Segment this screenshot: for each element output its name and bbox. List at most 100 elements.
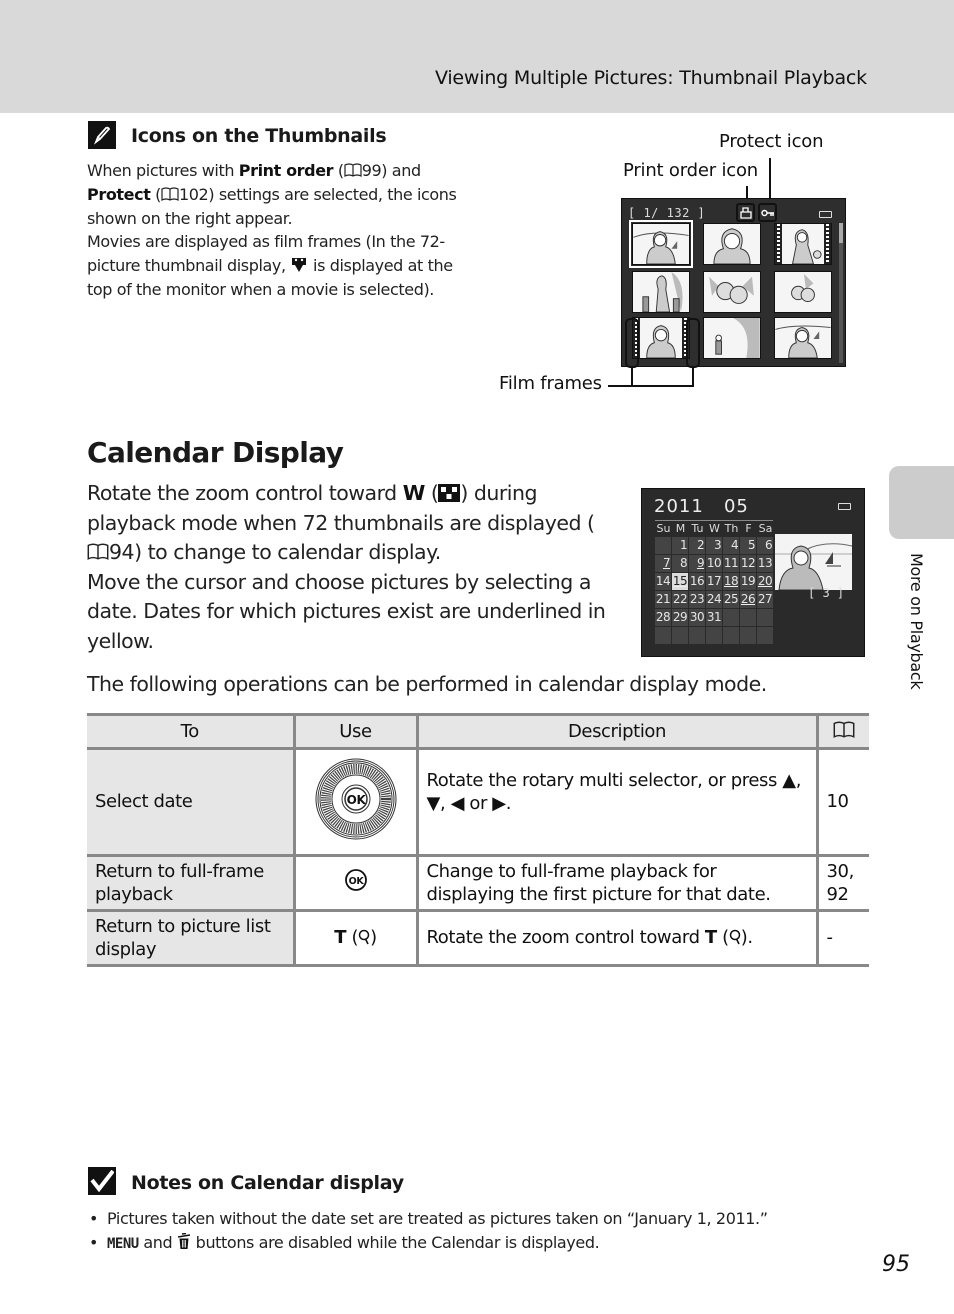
book-icon	[161, 187, 179, 201]
picture-count: [ 3 ]	[808, 586, 845, 600]
table-row: Return to full-frame playback OK Change …	[87, 854, 869, 912]
thumbnail-movie[interactable]	[632, 317, 690, 359]
calendar-day[interactable]: 8	[672, 555, 688, 572]
thumbnail[interactable]	[703, 223, 761, 265]
weekday-label: W	[709, 522, 720, 535]
section-tab[interactable]	[889, 466, 954, 539]
weekday-label: Sa	[758, 522, 773, 535]
calendar-day[interactable]: 30	[689, 609, 705, 626]
trash-icon	[177, 1232, 191, 1250]
calendar-day[interactable]: 9	[689, 555, 705, 572]
thumbnail[interactable]	[703, 317, 761, 359]
calendar-day[interactable]: 26	[740, 591, 756, 608]
notes-title: Notes on Calendar display	[131, 1172, 404, 1194]
calendar-empty-cell	[757, 609, 773, 626]
svg-text:OK: OK	[348, 876, 364, 887]
tip-title: Icons on the Thumbnails	[131, 125, 387, 147]
protect-icon-label: Protect icon	[719, 131, 824, 152]
thumbnail-grid-icon	[438, 481, 461, 502]
calendar-empty-cell	[723, 609, 739, 626]
column-header-to: To	[87, 713, 296, 750]
calendar-day[interactable]: 21	[655, 591, 671, 608]
weekday-label: Th	[724, 522, 739, 535]
calendar-day[interactable]: 19	[740, 573, 756, 590]
book-icon	[344, 163, 362, 177]
thumbnail[interactable]	[703, 271, 761, 313]
calendar-day[interactable]: 20	[757, 573, 773, 590]
section-tab-label: More on Playback	[907, 553, 926, 690]
calendar-day[interactable]: 28	[655, 609, 671, 626]
table-row: Return to picture list display T () Rota…	[87, 909, 869, 967]
cell-description: Rotate the zoom control toward T ().	[415, 909, 819, 967]
calendar-empty-cell	[655, 627, 671, 644]
calendar-day[interactable]: 12	[740, 555, 756, 572]
movie-camera-icon	[290, 256, 308, 273]
running-header: Viewing Multiple Pictures: Thumbnail Pla…	[434, 67, 867, 89]
calendar-day[interactable]: 22	[672, 591, 688, 608]
operations-intro: The following operations can be performe…	[87, 672, 767, 696]
calendar-day[interactable]: 23	[689, 591, 705, 608]
calendar-year-month: 2011 05	[654, 496, 749, 517]
protect-key-icon	[758, 203, 777, 222]
leader-line	[692, 366, 694, 386]
list-item: MENU and buttons are disabled while the …	[88, 1231, 768, 1256]
thumbnail[interactable]	[632, 271, 690, 313]
print-order-icon	[736, 203, 755, 222]
calendar-day[interactable]: 10	[706, 555, 722, 572]
cell-use: T ()	[292, 909, 419, 967]
thumbnail-movie[interactable]	[774, 223, 832, 265]
calendar-day[interactable]: 18	[723, 573, 739, 590]
column-header-description: Description	[415, 713, 819, 750]
page-ref[interactable]: 99	[362, 161, 382, 180]
section-title: Calendar Display	[87, 436, 344, 469]
calendar-day[interactable]: 5	[740, 537, 756, 554]
calendar-day[interactable]: 6	[757, 537, 773, 554]
calendar-day[interactable]: 7	[655, 555, 671, 572]
calendar-day[interactable]: 4	[723, 537, 739, 554]
calendar-day[interactable]: 24	[706, 591, 722, 608]
tip-body: When pictures with Print order (99) and …	[87, 161, 457, 299]
calendar-screen: 2011 05 Su M Tu W Th F Sa 1 2 3 4 5 6 7 8 9 10 11 12 13 14 1…	[641, 488, 865, 657]
battery-icon	[819, 211, 832, 218]
thumbnail[interactable]	[629, 220, 693, 268]
page-ref[interactable]: 94	[109, 540, 135, 564]
calendar-day[interactable]: 13	[757, 555, 773, 572]
calendar-empty-cell	[740, 609, 756, 626]
pencil-icon	[88, 121, 116, 149]
ok-button-icon: OK	[344, 868, 367, 898]
thumbnail[interactable]	[774, 317, 832, 359]
calendar-day[interactable]: 17	[706, 573, 722, 590]
calendar-empty-cell	[757, 627, 773, 644]
calendar-empty-cell	[689, 627, 705, 644]
book-icon	[87, 543, 109, 560]
cell-reference: -	[815, 909, 869, 967]
page-number: 95	[882, 1252, 910, 1277]
calendar-day[interactable]: 27	[757, 591, 773, 608]
calendar-empty-cell	[740, 627, 756, 644]
calendar-day[interactable]: 16	[689, 573, 705, 590]
picture-preview	[775, 534, 852, 590]
calendar-day[interactable]: 2	[689, 537, 705, 554]
list-item: Pictures taken without the date set are …	[88, 1207, 768, 1231]
thumbnail[interactable]	[774, 271, 832, 313]
svg-text:OK: OK	[346, 793, 366, 807]
column-header-use: Use	[292, 713, 419, 750]
scrollbar[interactable]	[839, 223, 843, 363]
calendar-day[interactable]: 15	[672, 573, 688, 590]
film-frames-label: Film frames	[499, 373, 602, 394]
calendar-day[interactable]: 29	[672, 609, 688, 626]
calendar-day[interactable]: 25	[723, 591, 739, 608]
scrollbar-thumb[interactable]	[839, 223, 843, 243]
cell-use: OK	[292, 854, 419, 912]
calendar-day[interactable]: 11	[723, 555, 739, 572]
calendar-day[interactable]: 1	[672, 537, 688, 554]
page-ref[interactable]: 102	[179, 185, 209, 204]
calendar-day[interactable]: 31	[706, 609, 722, 626]
cell-description: Change to full-frame playback for displa…	[415, 854, 819, 912]
calendar-day[interactable]: 14	[655, 573, 671, 590]
thumbnail-playback-screen: [ 1/ 132 ]	[621, 198, 846, 367]
check-icon	[88, 1167, 116, 1195]
calendar-day[interactable]: 3	[706, 537, 722, 554]
print-order-icon-label: Print order icon	[623, 160, 758, 181]
rotary-multi-selector-icon: OK	[314, 757, 398, 848]
